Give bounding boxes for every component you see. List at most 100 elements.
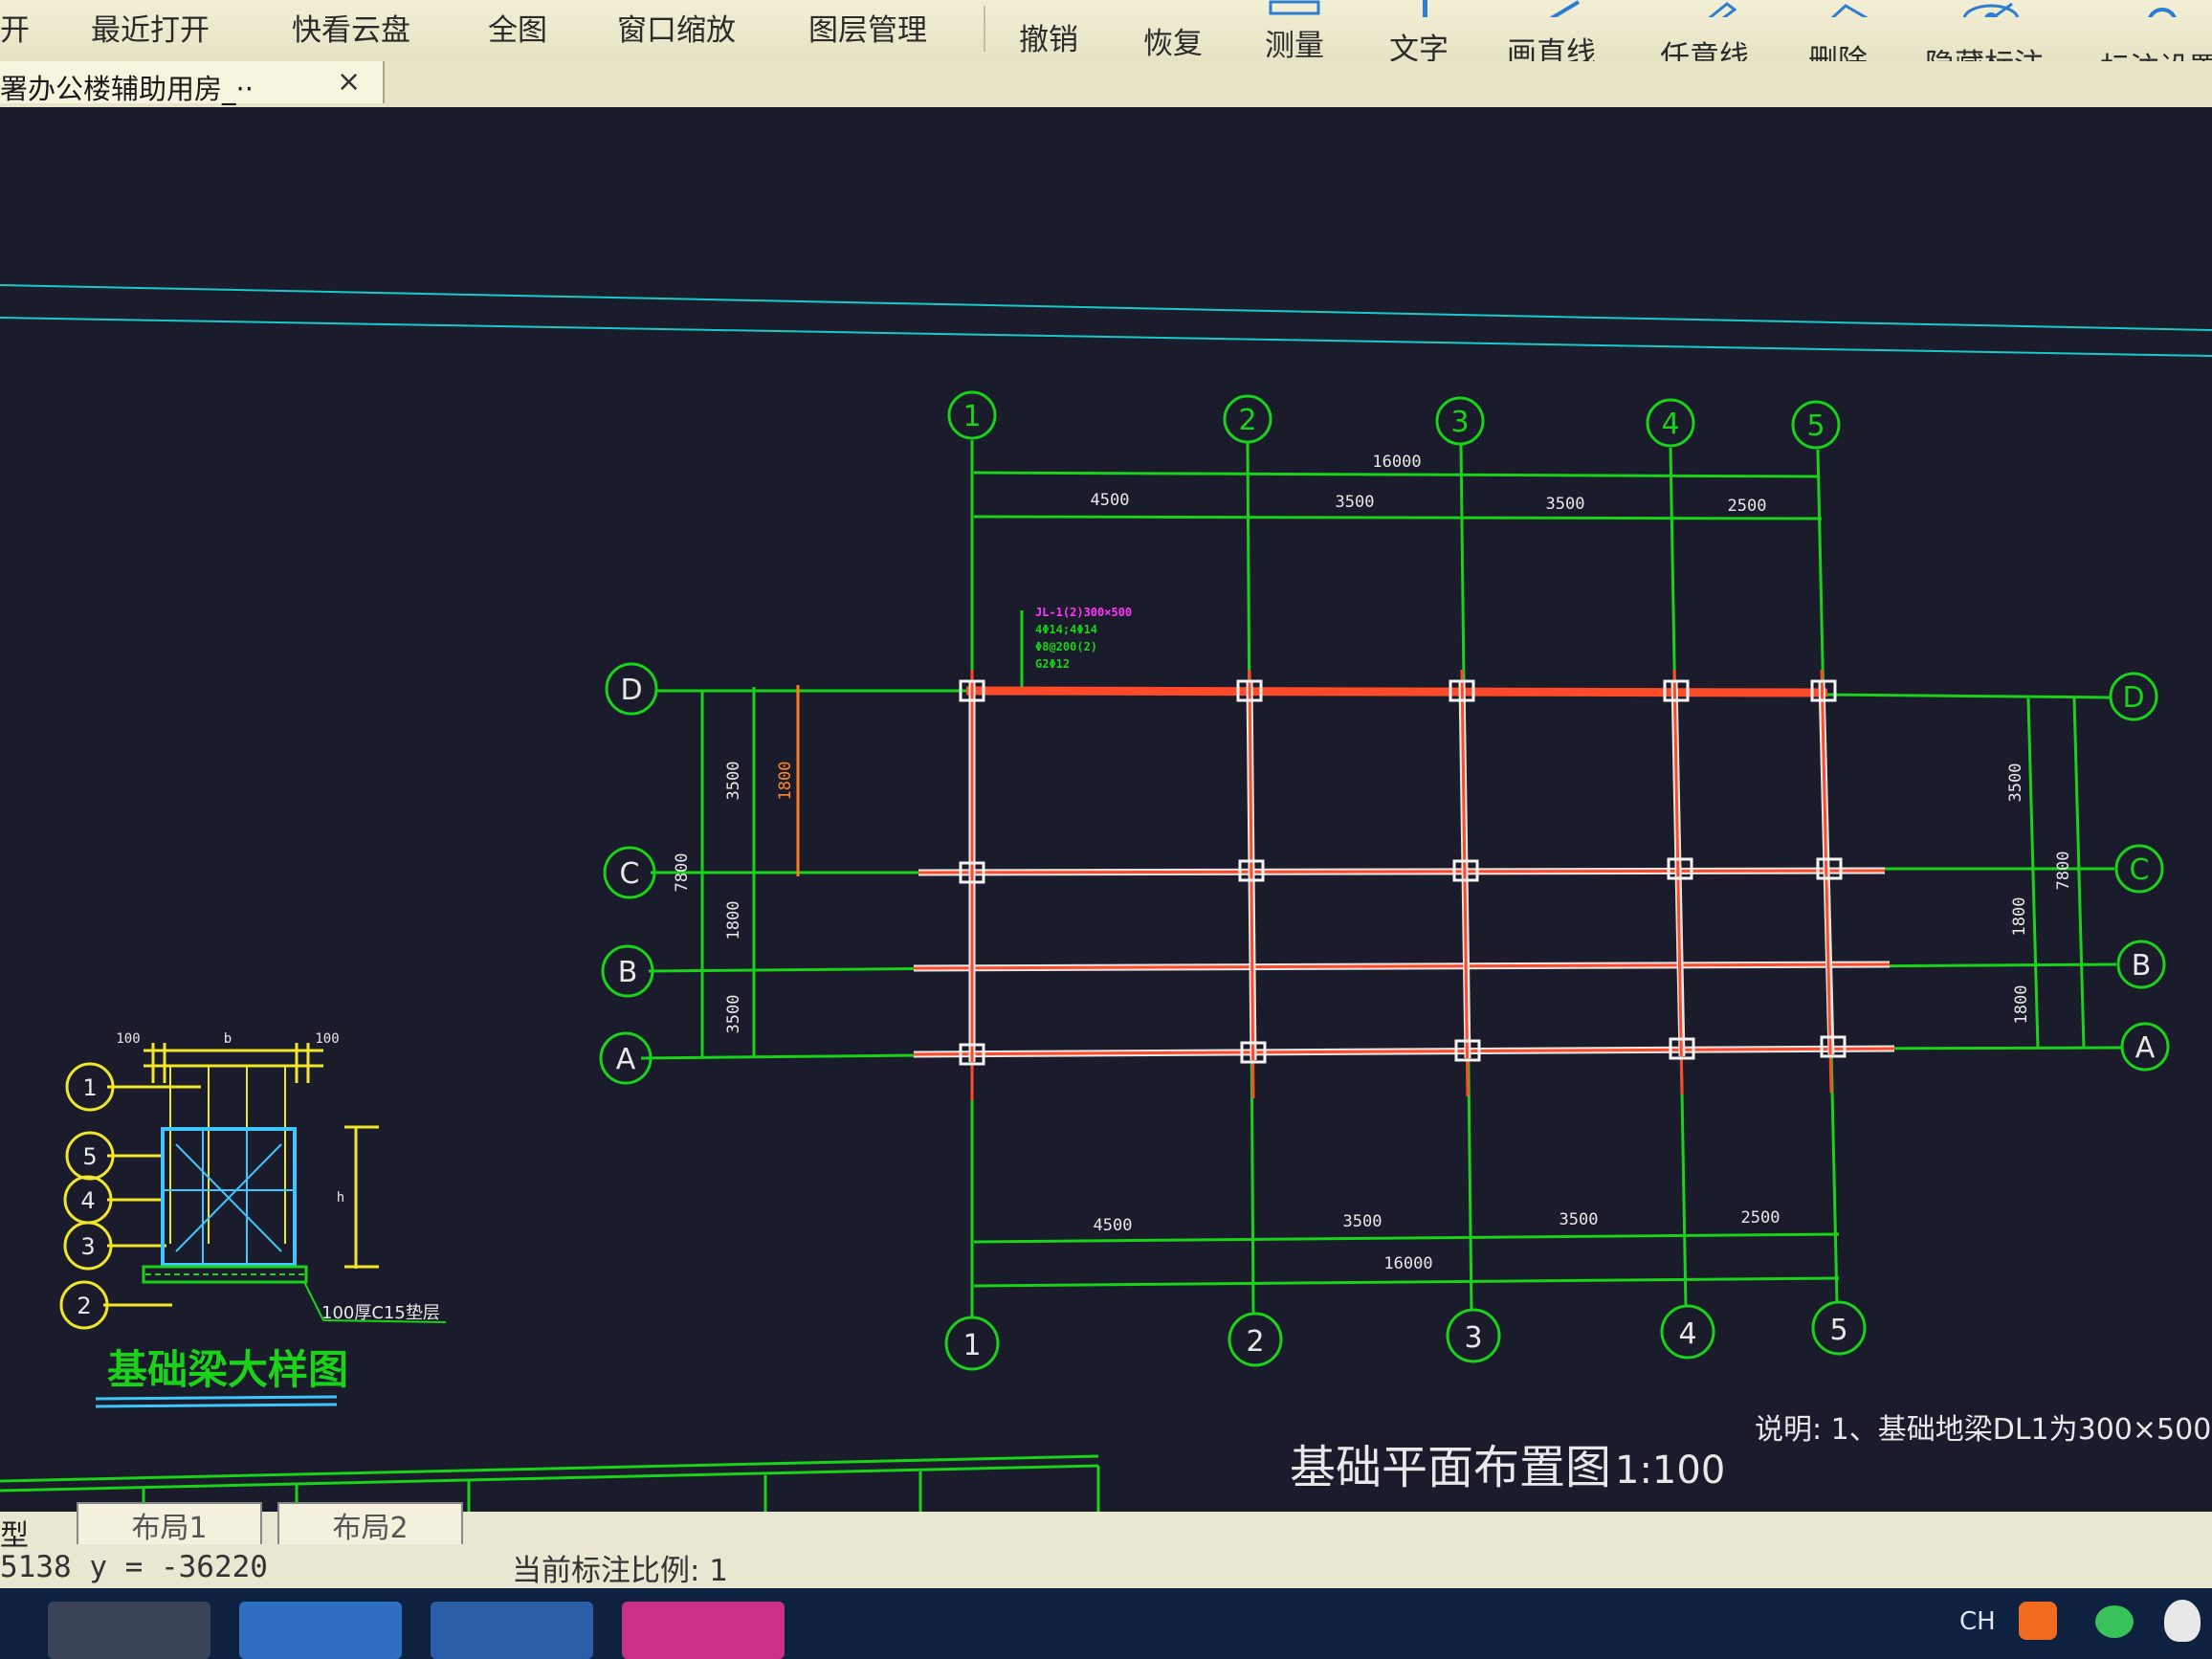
eraser-icon	[1830, 4, 1869, 17]
plan-title-block: 基础平面布置图 1:100 说明: 1、基础地梁DL1为300×500,配筋	[1290, 1413, 2212, 1494]
layout-tab-1[interactable]: 布局1	[77, 1502, 262, 1545]
toolbar-redo-button[interactable]: 恢复	[1143, 19, 1203, 62]
axis-bubble-right-B: B	[2116, 940, 2166, 989]
svg-text:4: 4	[1661, 408, 1679, 441]
toolbar-cloud-button[interactable]: 快看云盘	[292, 6, 410, 49]
dim-top-span-1: 4500	[1091, 491, 1130, 510]
document-tab[interactable]: 署办公楼辅助用房_·· ×	[0, 61, 385, 105]
text-icon	[1423, 0, 1427, 17]
qq-icon[interactable]	[2164, 1600, 2201, 1642]
dim-right-2: 1800	[2010, 897, 2029, 937]
eye-hide-icon	[1962, 2, 2020, 17]
dim-left-1: 3500	[724, 762, 743, 801]
svg-text:C: C	[620, 857, 640, 891]
axis-bubble-bottom-1: 1	[944, 1316, 1000, 1371]
dim-bottom-span-4: 2500	[1741, 1208, 1781, 1228]
ime-indicator[interactable]: CH	[1959, 1607, 1996, 1636]
svg-text:2: 2	[1246, 1325, 1264, 1359]
axis-bubble-bottom-4: 4	[1660, 1304, 1715, 1360]
plan-note: 说明: 1、基础地梁DL1为300×500,配筋	[1755, 1413, 2212, 1447]
dim-bottom-span-2: 3500	[1343, 1212, 1382, 1231]
dim-left-2: 1800	[776, 762, 795, 801]
layout-tab-2[interactable]: 布局2	[277, 1502, 463, 1545]
layout-tab-model[interactable]: 型	[0, 1512, 57, 1553]
svg-text:B: B	[2132, 949, 2152, 983]
dimension-texts: 16000 4500 3500 3500 2500 4500 3500 3500…	[673, 453, 2073, 1273]
dim-top-span-2: 3500	[1336, 493, 1375, 512]
dim-top-span-3: 3500	[1546, 495, 1585, 514]
svg-text:4: 4	[1678, 1317, 1696, 1351]
dim-bottom-span-3: 3500	[1559, 1210, 1599, 1229]
axis-bubble-bottom-3: 3	[1446, 1308, 1501, 1363]
axis-bubble-bottom-5: 5	[1811, 1300, 1867, 1356]
detail-side-dim: h	[337, 1190, 344, 1206]
detail-top-dim-3: 100	[315, 1031, 339, 1047]
svg-text:3: 3	[1450, 406, 1469, 439]
detail-label-2: 2	[77, 1293, 91, 1319]
detail-label-1: 1	[82, 1074, 97, 1101]
svg-text:5: 5	[1829, 1314, 1847, 1347]
toolbar-measure-button[interactable]: 测量	[1265, 21, 1324, 64]
beam-detail: 1 5 4 3 2 100 b 100 h 100厚C15垫层 基础梁大样图	[59, 1031, 447, 1408]
annotation-block: JL-1(2)300×500 4Φ14;4Φ14 Φ8@200(2) G2Φ12	[1035, 606, 1132, 671]
taskbar-app-2[interactable]	[239, 1602, 402, 1659]
toolbar-open-button[interactable]: 开	[0, 6, 30, 49]
windows-taskbar: CH	[0, 1588, 2212, 1659]
dim-bottom-span-1: 4500	[1094, 1216, 1133, 1235]
taskbar-app-3[interactable]	[431, 1602, 593, 1659]
annotation-line-2: 4Φ14;4Φ14	[1035, 623, 1097, 636]
svg-text:5: 5	[1806, 409, 1825, 443]
detail-label-4: 4	[80, 1187, 95, 1214]
foundation-beams	[913, 669, 1895, 1100]
svg-text:2: 2	[1238, 404, 1256, 437]
toolbar-recent-button[interactable]: 最近打开	[91, 6, 210, 49]
dim-left-4: 3500	[724, 995, 743, 1034]
document-tab-bar: 署办公楼辅助用房_·· ×	[0, 61, 2212, 107]
axis-bubble-top-4: 4	[1646, 398, 1695, 448]
plan-title: 基础平面布置图	[1290, 1441, 1611, 1494]
toolbar-layer-manager-button[interactable]: 图层管理	[808, 6, 927, 49]
detail-title: 基础梁大样图	[107, 1346, 348, 1393]
dim-right-1: 3500	[2006, 763, 2025, 803]
toolbar-full-view-button[interactable]: 全图	[488, 6, 547, 49]
axis-bubbles: 1 2 3 4 5 1 2 3 4 5 D C B A D C B A	[599, 390, 2170, 1371]
svg-text:1: 1	[962, 400, 981, 433]
dim-top-span-4: 2500	[1728, 497, 1767, 516]
svg-text:A: A	[2135, 1031, 2156, 1065]
detail-label-5: 5	[82, 1143, 97, 1170]
svg-text:A: A	[616, 1043, 636, 1076]
taskbar-app-1[interactable]	[48, 1602, 210, 1659]
wechat-icon[interactable]	[2095, 1605, 2134, 1638]
status-bar: 型 布局1 布局2 5138 y = -36220 当前标注比例: 1	[0, 1502, 2212, 1588]
ruler-icon	[1269, 0, 1320, 15]
sogou-ime-icon[interactable]	[2019, 1602, 2057, 1640]
drawing-canvas[interactable]: JL-1(2)300×500 4Φ14;4Φ14 Φ8@200(2) G2Φ12…	[0, 107, 2212, 1512]
axis-bubble-right-C: C	[2114, 844, 2164, 894]
svg-text:1: 1	[962, 1329, 981, 1362]
close-icon[interactable]: ×	[337, 65, 361, 99]
dim-top-total: 16000	[1372, 453, 1421, 472]
svg-text:D: D	[620, 674, 642, 707]
svg-text:C: C	[2130, 853, 2150, 887]
axis-bubble-top-2: 2	[1223, 394, 1272, 444]
detail-top-dim-2: b	[224, 1031, 232, 1047]
toolbar-divider	[984, 6, 985, 52]
axis-bubble-left-D: D	[605, 662, 658, 716]
svg-text:B: B	[618, 956, 638, 989]
toolbar-undo-button[interactable]: 撤销	[1019, 15, 1078, 58]
axis-grid	[640, 440, 2123, 1318]
annotation-line-3: Φ8@200(2)	[1035, 640, 1097, 653]
axis-bubble-top-5: 5	[1791, 400, 1841, 450]
dim-left-total: 7800	[673, 853, 692, 893]
toolbar-window-zoom-button[interactable]: 窗口缩放	[617, 6, 736, 49]
annotation-line-4: G2Φ12	[1035, 657, 1070, 671]
annotation-scale-label: 当前标注比例: 1	[512, 1554, 729, 1588]
dim-right-3: 1800	[2012, 985, 2031, 1025]
taskbar-app-4[interactable]	[622, 1602, 785, 1659]
main-toolbar: 开 最近打开 快看云盘 全图 窗口缩放 图层管理 撤销 恢复 测量 文字 画直线…	[0, 0, 2212, 86]
detail-note: 100厚C15垫层	[321, 1303, 440, 1323]
dim-right-total: 7800	[2054, 852, 2073, 891]
svg-text:3: 3	[1464, 1321, 1482, 1355]
plan-scale: 1:100	[1615, 1449, 1725, 1493]
dim-left-3: 1800	[724, 901, 743, 940]
